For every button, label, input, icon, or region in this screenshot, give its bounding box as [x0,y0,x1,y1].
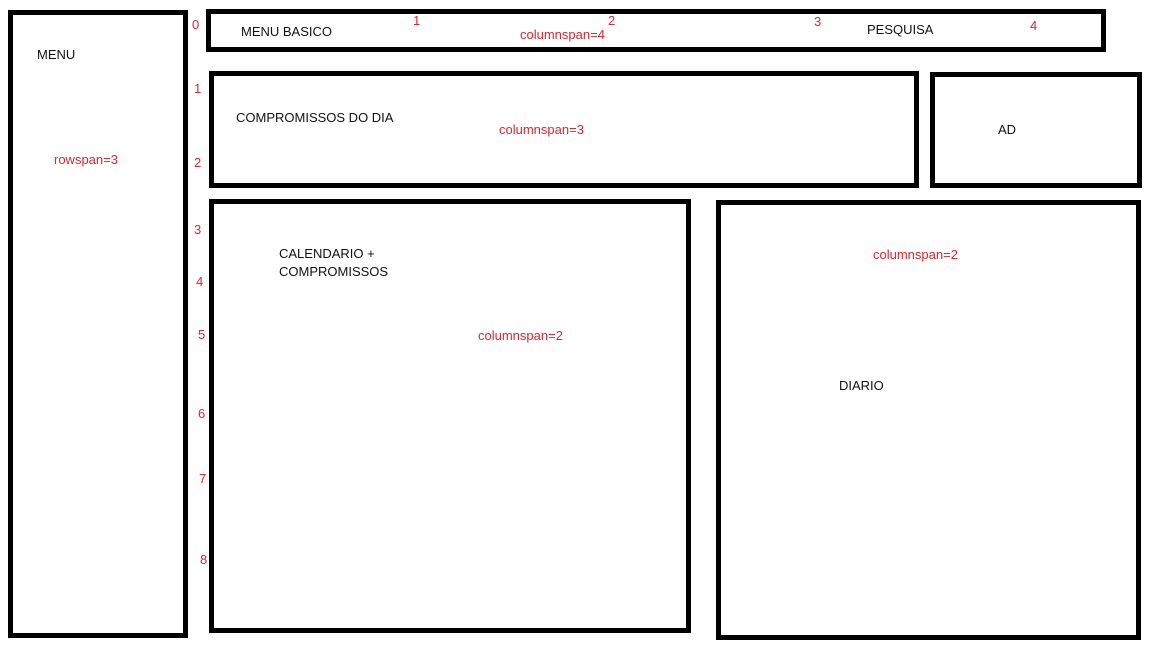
basic-menu-label: MENU BASICO [241,24,333,39]
appointments-today-columnspan-note: columnspan=3 [499,122,584,137]
top-bar-columnspan-note: columnspan=4 [520,27,605,42]
column-number-2: 2 [608,13,616,28]
row-number-4: 4 [196,274,204,289]
diary-label: DIARIO [839,378,884,393]
search-label: PESQUISA [867,22,934,37]
row-number-6: 6 [198,406,206,421]
column-number-4: 4 [1030,18,1038,33]
menu-panel [8,10,188,638]
row-number-8: 8 [200,552,208,567]
row-number-1: 1 [194,81,202,96]
row-number-7: 7 [199,471,207,486]
top-bar [206,9,1106,52]
menu-label: MENU [37,47,76,62]
calendar-label-line2: COMPROMISSOS [279,264,389,279]
diary-panel [716,200,1141,640]
column-number-1: 1 [413,13,421,28]
appointments-today-label: COMPROMISSOS DO DIA [236,110,394,125]
row-number-3: 3 [194,222,202,237]
ad-label: AD [998,122,1017,137]
column-number-3: 3 [814,14,822,29]
calendar-label-line1: CALENDARIO + [279,246,375,261]
row-number-0: 0 [192,17,200,32]
ad-panel [930,72,1142,188]
row-number-5: 5 [198,327,206,342]
row-number-2: 2 [194,155,202,170]
diary-columnspan-note: columnspan=2 [873,247,958,262]
menu-rowspan-note: rowspan=3 [54,152,118,167]
calendar-columnspan-note: columnspan=2 [478,328,563,343]
